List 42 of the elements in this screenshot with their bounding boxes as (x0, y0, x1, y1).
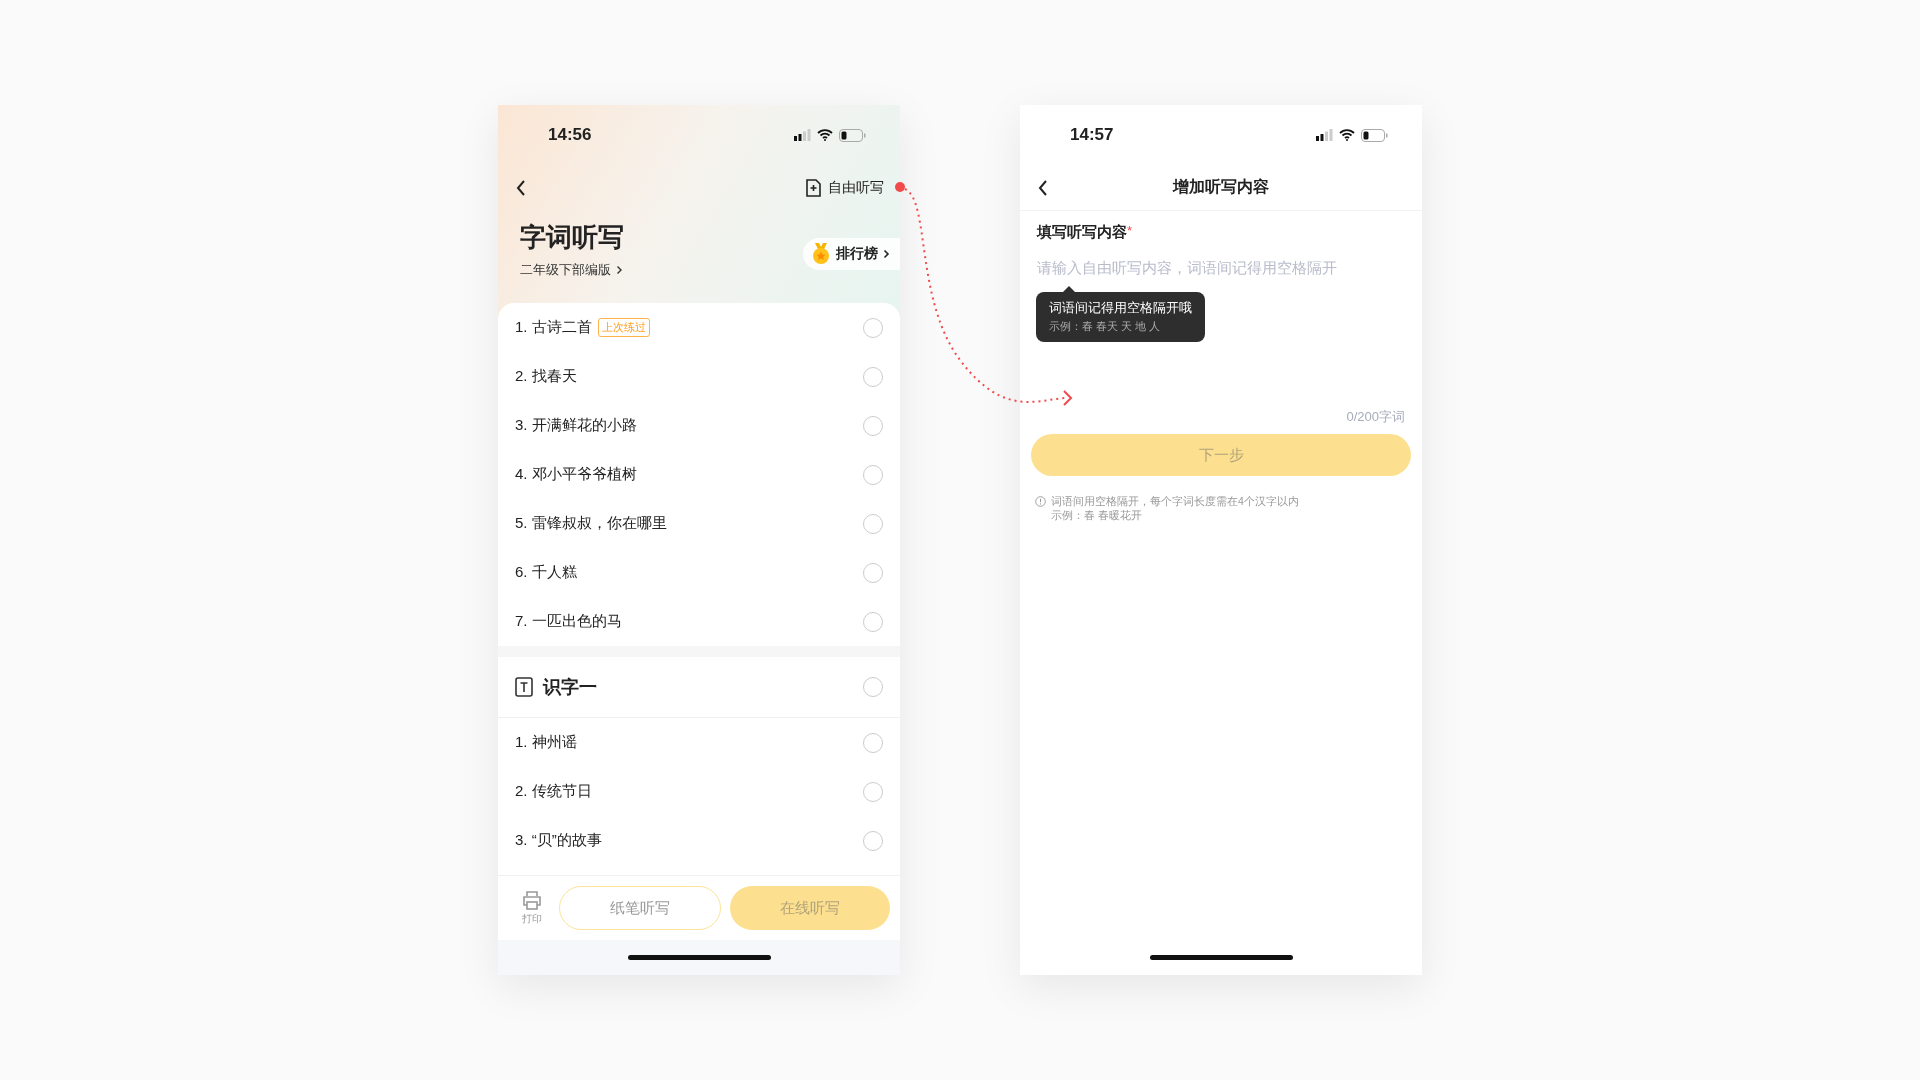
back-icon[interactable] (516, 179, 526, 196)
tooltip-example: 示例：春 春天 天 地 人 (1049, 320, 1161, 334)
chevron-right-icon (616, 265, 623, 275)
field-label: 填写听写内容 (1037, 223, 1127, 242)
tooltip-text: 词语间记得用空格隔开哦 (1049, 300, 1192, 317)
lesson-title[interactable]: 3. 开满鲜花的小路 (515, 416, 637, 435)
signal-icon (1316, 129, 1333, 141)
marker-dot (895, 182, 905, 192)
page-title: 字词听写 (520, 221, 624, 254)
last-practiced-tag: 上次练过 (597, 318, 650, 337)
lesson-title[interactable]: 1. 古诗二首 (515, 318, 592, 337)
chevron-right-icon (883, 249, 890, 259)
unit-title: 识字一 (543, 676, 597, 699)
wifi-icon (817, 129, 833, 141)
lesson-title[interactable]: 3. “贝”的故事 (515, 831, 602, 850)
status-time: 14:56 (548, 125, 592, 145)
hint-text: 示例：春 春暖花开 (1051, 508, 1143, 522)
hint-text: 词语间用空格隔开，每个字词长度需在4个汉字以内 (1051, 494, 1299, 508)
word-counter: 0/200字词 (1345, 408, 1406, 426)
page-title: 增加听写内容 (1173, 177, 1269, 197)
lesson-title[interactable]: 6. 千人糕 (515, 563, 577, 582)
lesson-title[interactable]: 2. 传统节日 (515, 782, 592, 801)
battery-icon (839, 128, 866, 142)
printer-icon (522, 890, 542, 910)
ranking-button[interactable]: 排行榜 (803, 238, 900, 270)
medal-icon (811, 243, 831, 265)
required-mark: * (1127, 223, 1133, 238)
status-time: 14:57 (1070, 125, 1114, 145)
info-icon (1035, 496, 1046, 507)
battery-icon (1361, 128, 1388, 142)
lesson-title[interactable]: 1. 神州谣 (515, 733, 577, 752)
lesson-title[interactable]: 2. 找春天 (515, 367, 577, 386)
back-icon[interactable] (1038, 179, 1048, 196)
signal-icon (794, 129, 811, 141)
edition-selector[interactable]: 二年级下部编版 (520, 261, 623, 279)
lesson-title[interactable]: 4. 邓小平爷爷植树 (515, 465, 637, 484)
lesson-title[interactable]: 5. 雷锋叔叔，你在哪里 (515, 514, 667, 533)
free-dictation-button[interactable]: 自由听写 (805, 178, 900, 197)
add-document-icon (805, 178, 822, 197)
lesson-title[interactable]: 7. 一匹出色的马 (515, 612, 622, 631)
text-unit-icon (515, 677, 533, 697)
wifi-icon (1339, 129, 1355, 141)
